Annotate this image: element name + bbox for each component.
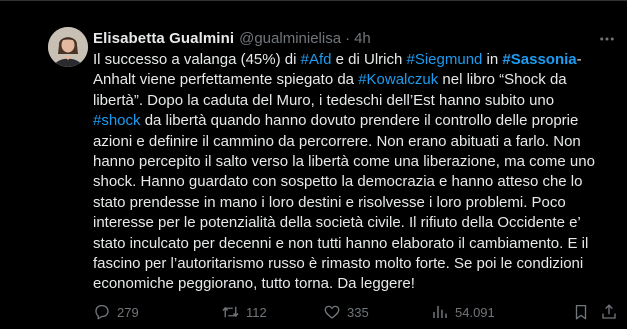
views-icon [433, 306, 447, 318]
reply-icon [95, 304, 109, 320]
share-button[interactable] [600, 301, 618, 323]
retweet-count: 112 [246, 304, 267, 320]
tweet-header: Elisabetta Gualmini @gualminielisa · 4h [93, 28, 371, 50]
tweet[interactable]: Elisabetta Gualmini @gualminielisa · 4h … [0, 1, 627, 329]
profile-photo-icon [48, 27, 88, 67]
text-segment: in [482, 51, 503, 68]
views-count: 54.091 [455, 304, 495, 320]
reply-button[interactable]: 279 [93, 301, 139, 323]
like-button[interactable]: 335 [323, 301, 369, 323]
bookmark-icon [575, 304, 587, 320]
retweet-button[interactable]: 112 [221, 301, 267, 323]
text-segment: nel libro “Shock da [438, 71, 567, 89]
text-segment: Il successo a valanga (45%) di [93, 51, 301, 68]
share-icon [602, 304, 616, 319]
ellipsis-icon [600, 37, 614, 41]
tweet-text-line: #shock da libertà quando hanno dovuto pr… [93, 111, 619, 131]
tweet-text-line: Il successo a valanga (45%) di #Afd e di… [93, 50, 619, 70]
tweet-text-line: economiche peggiorano, tutto torna. Da l… [93, 275, 415, 293]
tweet-text: Il successo a valanga (45%) di #Afd e di… [93, 50, 619, 295]
author-handle[interactable]: @gualminielisa [239, 29, 341, 49]
reply-count: 279 [117, 304, 139, 320]
hashtag-link[interactable]: #Siegmund [407, 51, 483, 68]
more-options-button[interactable] [597, 29, 617, 49]
tweet-text-line: interesse per le potenzialità della soci… [93, 214, 581, 232]
tweet-text-line: fascino per l’autoritarismo russo è rima… [93, 254, 584, 272]
text-segment: Anhalt viene perfettamente spiegato da [93, 71, 359, 89]
tweet-text-line: shock. Hanno guardato con sospetto la de… [93, 173, 583, 191]
tweet-text-line: hanno percepito il salto verso la libert… [93, 152, 595, 170]
author-display-name[interactable]: Elisabetta Gualmini [93, 29, 234, 49]
tweet-text-line: libertà”. Dopo la caduta del Muro, i ted… [93, 91, 555, 109]
tweet-actions: 279 112 335 54.091 [93, 301, 623, 323]
avatar[interactable] [48, 27, 88, 67]
retweet-icon [222, 306, 239, 318]
text-segment: da libertà quando hanno dovuto prendere … [140, 112, 579, 130]
heart-icon [324, 305, 340, 319]
tweet-text-line: stato inculcato per decenni e non tutti … [93, 234, 589, 252]
hashtag-link[interactable]: #shock [93, 112, 141, 129]
text-segment: - [576, 51, 582, 68]
hashtag-link[interactable]: #Sassonia [502, 51, 576, 68]
tweet-time[interactable]: 4h [354, 29, 371, 49]
tweet-text-line: Anhalt viene perfettamente spiegato da #… [93, 70, 619, 90]
views-button[interactable]: 54.091 [431, 301, 495, 323]
bookmark-button[interactable] [572, 301, 590, 323]
tweet-text-line: stato prendesse in mano i loro destini e… [93, 193, 566, 211]
header-separator: · [345, 30, 351, 47]
hashtag-link[interactable]: #Kowalczuk [358, 71, 438, 88]
tweet-text-line: azioni e definire il cammino da percorre… [93, 132, 581, 150]
like-count: 335 [347, 304, 369, 320]
hashtag-link[interactable]: #Afd [301, 51, 332, 68]
text-segment: e di Ulrich [331, 51, 407, 68]
